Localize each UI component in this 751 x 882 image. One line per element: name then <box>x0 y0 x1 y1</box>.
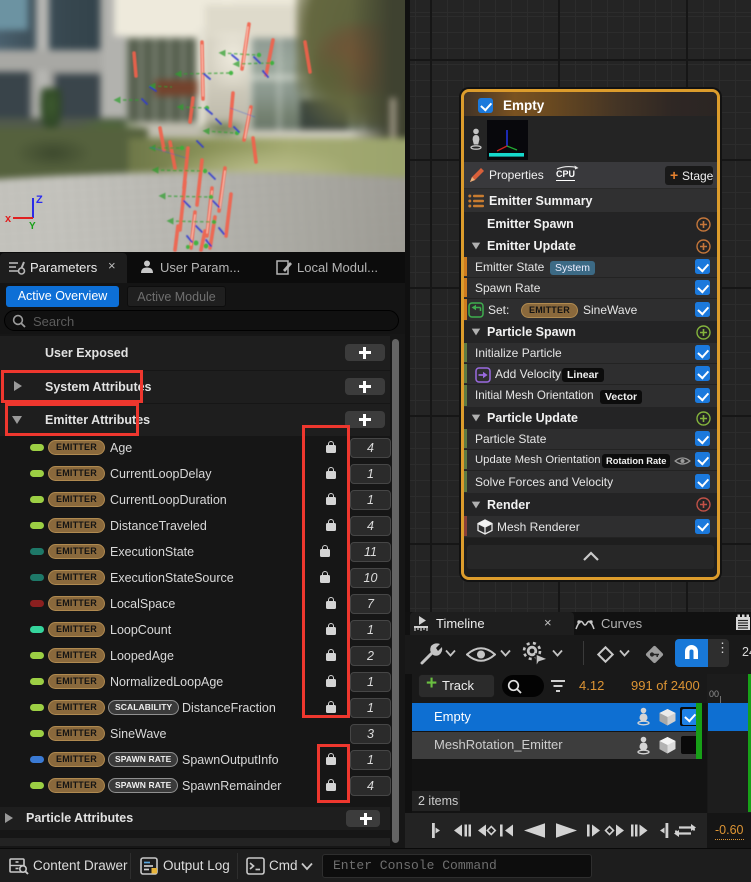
svg-text:Z: Z <box>36 194 43 206</box>
svg-text:Y: Y <box>29 221 36 232</box>
svg-text:x: x <box>5 213 12 225</box>
